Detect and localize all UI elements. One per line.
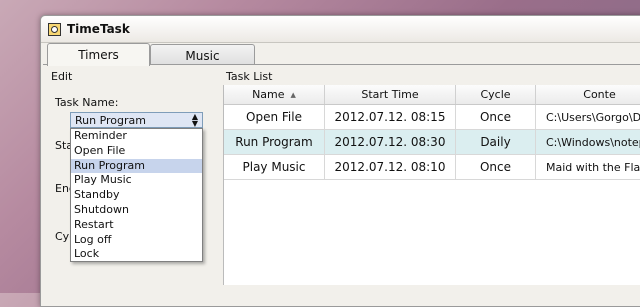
app-icon — [48, 22, 61, 36]
sort-ascending-icon: ▲ — [290, 90, 296, 99]
task-type-selected-value: Run Program — [75, 113, 147, 127]
cell-start-time: 2012.07.12. 08:15 — [325, 105, 456, 129]
tab-timers[interactable]: Timers — [47, 43, 150, 66]
cell-start-time: 2012.07.12. 08:30 — [325, 130, 456, 154]
option-lock[interactable]: Lock — [71, 247, 202, 262]
cell-start-time: 2012.07.12. 08:10 — [325, 155, 456, 179]
tab-music[interactable]: Music — [150, 44, 255, 66]
column-header-name[interactable]: Name ▲ — [224, 85, 325, 104]
cell-content: C:\Users\Gorgo\Desk — [536, 105, 640, 129]
cell-name: Open File — [224, 105, 325, 129]
option-play-music[interactable]: Play Music — [71, 173, 202, 188]
table-header: Name ▲ Start Time Cycle Conte — [224, 85, 640, 105]
window-title: TimeTask — [67, 22, 130, 36]
task-type-select[interactable]: Run Program ▲ ▼ — [70, 112, 203, 128]
table-row-selected[interactable]: Run Program 2012.07.12. 08:30 Daily C:\W… — [224, 130, 640, 155]
option-run-program[interactable]: Run Program — [71, 158, 202, 174]
edit-group-label: Edit — [51, 70, 73, 83]
task-type-dropdown: Reminder Open File Run Program Play Musi… — [70, 128, 203, 262]
task-name-label: Task Name: — [55, 96, 119, 109]
column-header-cycle[interactable]: Cycle — [456, 85, 536, 104]
cell-name: Run Program — [224, 130, 325, 154]
option-reminder[interactable]: Reminder — [71, 129, 202, 144]
task-list-group-label: Task List — [226, 70, 273, 83]
timers-panel: Edit Task List Task Name: Sta End Cyc Ru… — [43, 64, 640, 305]
table-row[interactable]: Play Music 2012.07.12. 08:10 Once Maid w… — [224, 155, 640, 180]
tab-strip: Timers Music — [47, 43, 255, 66]
column-header-name-label: Name — [252, 88, 285, 101]
task-list-table: Name ▲ Start Time Cycle Conte Open File … — [223, 85, 640, 285]
cell-cycle: Once — [456, 105, 536, 129]
option-standby[interactable]: Standby — [71, 188, 202, 203]
cell-cycle: Daily — [456, 130, 536, 154]
option-open-file[interactable]: Open File — [71, 144, 202, 159]
column-header-start-time[interactable]: Start Time — [325, 85, 456, 104]
column-header-content[interactable]: Conte — [536, 85, 640, 104]
table-row[interactable]: Open File 2012.07.12. 08:15 Once C:\User… — [224, 105, 640, 130]
spinner-arrows-icon[interactable]: ▲ ▼ — [192, 113, 198, 128]
cell-content: Maid with the Flaxen — [536, 155, 640, 179]
cell-name: Play Music — [224, 155, 325, 179]
cell-content: C:\Windows\notepa — [536, 130, 640, 154]
app-window: TimeTask Timers Music Edit Task List Tas… — [40, 15, 640, 307]
title-bar[interactable]: TimeTask — [41, 16, 640, 43]
cell-cycle: Once — [456, 155, 536, 179]
option-log-off[interactable]: Log off — [71, 233, 202, 248]
option-shutdown[interactable]: Shutdown — [71, 203, 202, 218]
option-restart[interactable]: Restart — [71, 218, 202, 233]
